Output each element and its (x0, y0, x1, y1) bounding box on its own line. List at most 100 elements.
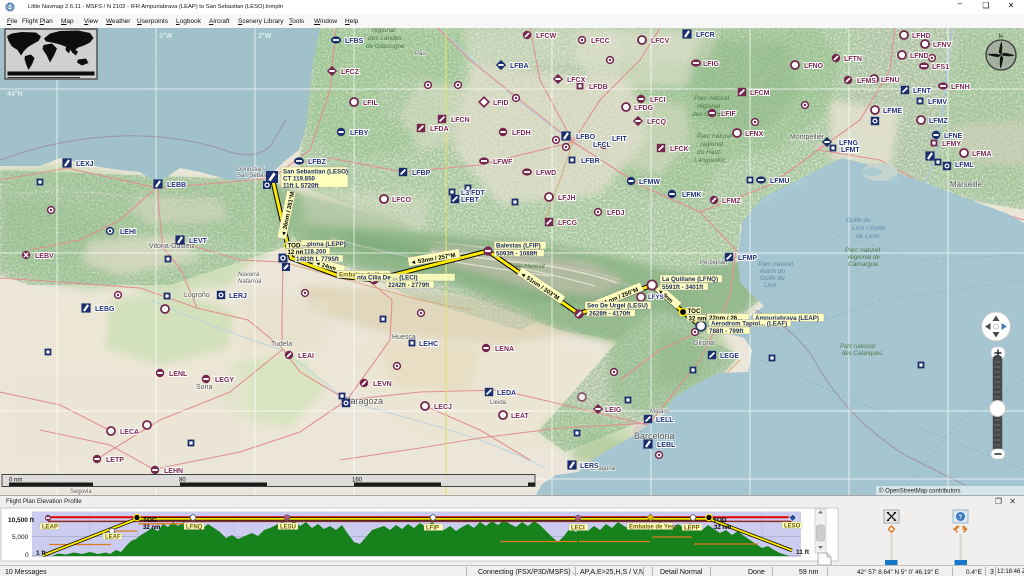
svg-text:LFCX: LFCX (567, 77, 586, 84)
svg-text:de León: de León (856, 233, 880, 240)
svg-text:LFJH: LFJH (558, 195, 576, 202)
svg-text:2628ft - 4170ft: 2628ft - 4170ft (589, 311, 630, 318)
svg-text:Zaragoza: Zaragoza (345, 396, 383, 406)
svg-text:5,000: 5,000 (12, 534, 29, 541)
svg-text:LEAF: LEAF (105, 535, 121, 541)
svg-text:LFNX: LFNX (745, 131, 764, 138)
svg-text:LFMZ: LFMZ (722, 198, 741, 205)
svg-text:marin du: marin du (760, 268, 786, 275)
svg-text:Golfe du: Golfe du (760, 275, 785, 282)
svg-text:Languedoc: Languedoc (694, 157, 727, 164)
svg-text:3°W: 3°W (159, 32, 173, 40)
svg-text:régional: régional (697, 103, 721, 110)
svg-text:LFMT: LFMT (841, 147, 860, 154)
svg-text:LEVT: LEVT (189, 238, 208, 245)
svg-text:N: N (999, 34, 1003, 40)
svg-text:LFCI: LFCI (650, 97, 666, 104)
svg-text:LFNG: LFNG (839, 140, 859, 147)
svg-text:LESO: LESO (784, 524, 801, 530)
svg-text:LFMS: LFMS (857, 78, 876, 85)
svg-text:10,500 ft: 10,500 ft (8, 517, 35, 524)
svg-text:Parc naturel: Parc naturel (694, 95, 730, 102)
svg-text:LFCM: LFCM (750, 90, 770, 97)
svg-text:LFMZ: LFMZ (929, 118, 948, 125)
svg-text:2°W: 2°W (258, 32, 272, 40)
svg-text:LFMU: LFMU (770, 178, 789, 185)
svg-text:LFCC: LFCC (591, 38, 610, 45)
svg-text:LFCL: LFCL (593, 142, 612, 149)
svg-text:LFCQ: LFCQ (647, 119, 667, 126)
svg-text:LFNV: LFNV (933, 42, 952, 49)
svg-text:LFBS: LFBS (345, 38, 364, 45)
svg-text:LFMK: LFMK (682, 192, 701, 199)
svg-text:LEIG: LEIG (605, 407, 622, 414)
svg-text:LFCO: LFCO (392, 197, 412, 204)
svg-text:0 nm: 0 nm (9, 478, 22, 484)
svg-text:LEHN: LEHN (164, 468, 183, 475)
svg-text:?: ? (959, 515, 963, 521)
svg-text:32 nm: 32 nm (714, 525, 731, 531)
svg-text:Parc naturel: Parc naturel (697, 133, 733, 140)
svg-text:LFNQ: LFNQ (186, 525, 203, 531)
svg-text:LFS1: LFS1 (932, 64, 949, 71)
svg-text:LFMA: LFMA (972, 151, 991, 158)
svg-text:LFNH: LFNH (951, 84, 970, 91)
svg-text:Parc national: Parc national (840, 344, 876, 350)
svg-text:LFTN: LFTN (844, 56, 862, 63)
svg-text:LFIF: LFIF (721, 111, 736, 118)
svg-text:Marseille: Marseille (950, 180, 983, 189)
svg-text:LFYS: LFYS (648, 294, 664, 301)
svg-text:LENA: LENA (495, 346, 514, 353)
svg-text:LEAP: LEAP (42, 525, 58, 531)
svg-text:TOD: TOD (713, 517, 727, 524)
svg-text:La Quillane (LFNQ): La Quillane (LFNQ) (662, 276, 718, 283)
svg-text:LFDB: LFDB (589, 84, 608, 91)
svg-text:LFNE: LFNE (944, 133, 963, 140)
svg-text:LEBB: LEBB (167, 182, 186, 189)
svg-text:Montpellier: Montpellier (790, 134, 825, 141)
svg-text:LEHC: LEHC (419, 341, 438, 348)
svg-text:régional: régional (700, 141, 724, 148)
svg-text:LFNU: LFNU (881, 77, 900, 84)
svg-text:Girona: Girona (693, 340, 714, 347)
svg-text:LFNT: LFNT (913, 88, 932, 95)
svg-text:LFBR: LFBR (581, 158, 600, 165)
svg-text:LFHD: LFHD (912, 33, 931, 40)
svg-text:1483ft L 7795ft: 1483ft L 7795ft (296, 256, 339, 263)
svg-text:LFDG: LFDG (634, 105, 654, 112)
svg-text:LEBG: LEBG (95, 306, 115, 313)
svg-text:du Haut-: du Haut- (697, 149, 723, 156)
svg-text:LFCG: LFCG (558, 220, 578, 227)
svg-text:LFCR: LFCR (696, 32, 715, 39)
svg-text:Parc naturel: Parc naturel (758, 261, 794, 268)
svg-text:11 ft: 11 ft (796, 549, 810, 556)
svg-text:LEBL: LEBL (657, 442, 676, 449)
svg-text:LFID: LFID (493, 100, 509, 107)
svg-text:LEGE: LEGE (720, 353, 739, 360)
svg-text:L3 FDT: L3 FDT (461, 190, 485, 197)
svg-text:LEPP: LEPP (684, 526, 700, 532)
svg-text:nta Cilia De ... (LECI): nta Cilia De ... (LECI) (357, 275, 418, 282)
svg-text:0: 0 (25, 552, 29, 559)
svg-text:Perpignan: Perpignan (700, 260, 727, 266)
svg-text:TOC: TOC (688, 308, 701, 315)
svg-text:LEHI: LEHI (120, 229, 136, 236)
svg-text:Tudela: Tudela (271, 341, 292, 348)
svg-text:LECI: LECI (571, 526, 585, 532)
svg-text:LFBA: LFBA (510, 63, 529, 70)
svg-text:LEAI: LEAI (298, 353, 314, 360)
svg-text:Barcelona: Barcelona (634, 431, 675, 441)
svg-text:régional de: régional de (848, 254, 881, 261)
svg-text:Parc naturel: Parc naturel (845, 247, 881, 254)
svg-text:Soria: Soria (196, 384, 212, 391)
svg-text:32 nm: 32 nm (689, 316, 707, 323)
svg-text:LFCZ: LFCZ (341, 69, 360, 76)
svg-text:des Landes: des Landes (368, 35, 402, 42)
svg-text:Camargue: Camargue (848, 261, 879, 268)
svg-text:2242ft - 2779ft: 2242ft - 2779ft (388, 282, 429, 289)
svg-text:LFBO: LFBO (576, 134, 596, 141)
svg-text:Embalse de Yesa: Embalse de Yesa (629, 525, 678, 531)
svg-text:788ft - 799ft: 788ft - 799ft (709, 328, 743, 335)
svg-text:LERS: LERS (580, 463, 599, 470)
svg-text:TOC: TOC (143, 517, 157, 524)
